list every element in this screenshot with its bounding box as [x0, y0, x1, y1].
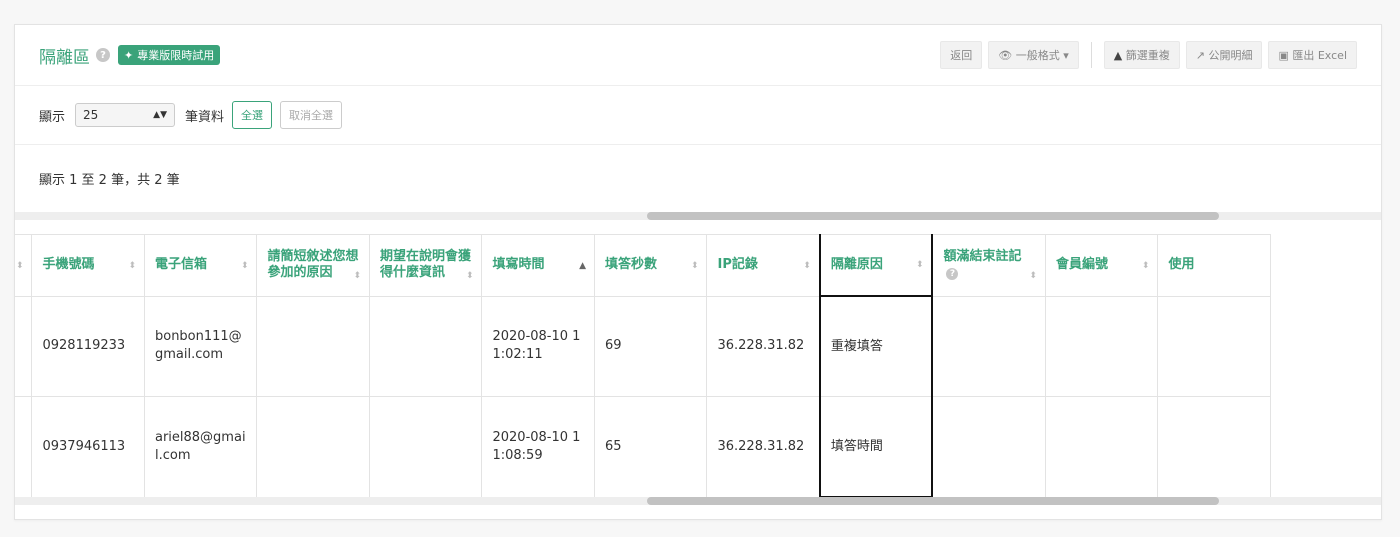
export-excel-button[interactable]: ▣ 匯出 Excel [1268, 41, 1357, 69]
column-header-partial[interactable]: 使用 [1157, 234, 1271, 297]
reason-cell [256, 295, 370, 397]
table-cell [15, 295, 33, 397]
full-note-cell [931, 295, 1046, 397]
deselect-all-button[interactable]: 取消全選 [280, 101, 343, 129]
export-excel-label: 匯出 Excel [1292, 49, 1347, 62]
page-size-row: 顯示 25 ▲▼ 筆資料 全選 取消全選 [15, 86, 1381, 145]
column-header-member-id[interactable]: 會員編號 ⬍ [1044, 234, 1159, 297]
fill-time-cell: 2020-08-10 11:02:11 [481, 295, 595, 397]
ip-cell: 36.228.31.82 [706, 396, 821, 498]
full-note-cell [931, 396, 1046, 498]
column-header[interactable]: ⬍ [15, 234, 33, 297]
sparkle-icon: ✦ [124, 48, 134, 62]
quarantine-reason-cell: 填答時間 [818, 396, 934, 498]
sort-icon: ⬍ [803, 260, 811, 271]
pro-trial-label: 專業版限時試用 [137, 49, 215, 62]
external-link-icon: ↗ [1195, 49, 1205, 62]
filter-duplicates-button[interactable]: ▲ 篩選重複 [1103, 41, 1180, 69]
table-row[interactable]: 0928119233 bonbon111@gmail.com 2020-08-1… [15, 295, 1271, 397]
public-detail-button[interactable]: ↗ 公開明細 [1185, 41, 1263, 69]
warning-icon: ▲ [1113, 49, 1123, 62]
ip-cell: 36.228.31.82 [706, 295, 821, 397]
table-row[interactable]: 0937946113 ariel88@gmail.com 2020-08-10 … [15, 396, 1271, 498]
table-header-row: ⬍ 手機號碼 ⬍ 電子信箱 ⬍ 請簡短敘述您想參加的原因 ⬍ 期望在說明會獲得什麼資訊… [15, 234, 1271, 297]
column-header-ip[interactable]: IP記錄 ⬍ [706, 234, 821, 297]
expectation-cell [368, 396, 483, 498]
quarantine-table: ⬍ 手機號碼 ⬍ 電子信箱 ⬍ 請簡短敘述您想參加的原因 ⬍ 期望在說明會獲得什麼資訊… [15, 234, 1271, 498]
page-size-select[interactable]: 25 ▲▼ [75, 103, 176, 127]
table-cell [15, 396, 33, 498]
public-detail-label: 公開明細 [1208, 49, 1253, 62]
select-arrows-icon: ▲▼ [153, 110, 168, 120]
table-cell [1157, 295, 1271, 397]
back-button[interactable]: 返回 [940, 41, 983, 69]
sort-icon: ⬍ [1141, 260, 1150, 271]
toolbar-divider [1090, 42, 1092, 68]
records-label: 筆資料 [185, 109, 225, 125]
help-icon[interactable]: ? [96, 48, 110, 62]
column-header-phone[interactable]: 手機號碼 ⬍ [31, 234, 145, 297]
column-header-quarantine-reason[interactable]: 隔離原因 ⬍ [818, 234, 934, 297]
help-icon[interactable]: ? [946, 268, 959, 281]
phone-cell: 0937946113 [31, 396, 145, 498]
excel-file-icon: ▣ [1278, 49, 1289, 62]
scrollbar-thumb-top[interactable] [647, 212, 1219, 220]
reason-cell [256, 396, 370, 498]
expectation-cell [368, 295, 483, 397]
caret-down-icon: ▾ [1063, 49, 1069, 62]
horizontal-scrollbar-bottom[interactable] [15, 497, 1381, 505]
sort-icon: ⬍ [240, 260, 249, 271]
email-cell: bonbon111@gmail.com [143, 295, 258, 397]
sort-icon: ⬍ [15, 260, 24, 271]
quarantine-reason-cell: 重複填答 [818, 295, 934, 397]
column-header-expectation[interactable]: 期望在說明會獲得什麼資訊 ⬍ [368, 234, 483, 297]
filter-duplicates-label: 篩選重複 [1125, 49, 1170, 62]
page-size-value: 25 [83, 108, 99, 122]
table-cell [1157, 396, 1271, 498]
member-id-cell [1044, 396, 1159, 498]
seconds-cell: 65 [593, 396, 708, 498]
eye-icon: 👁 [998, 49, 1013, 62]
member-id-cell [1044, 295, 1159, 397]
sort-icon: ⬍ [690, 260, 699, 271]
format-dropdown[interactable]: 👁 一般格式 ▾ [988, 41, 1079, 69]
sort-icon: ⬍ [1029, 270, 1037, 281]
sort-asc-icon: ▲ [579, 260, 586, 271]
sort-icon: ⬍ [915, 260, 924, 270]
records-info: 顯示 1 至 2 筆，共 2 筆 [39, 172, 180, 188]
pro-trial-badge[interactable]: ✦ 專業版限時試用 [118, 45, 221, 65]
fill-time-cell: 2020-08-10 11:08:59 [481, 396, 595, 498]
format-label: 一般格式 [1015, 49, 1060, 62]
horizontal-scrollbar-top[interactable] [15, 212, 1381, 220]
panel-header: 隔離區 ? ✦ 專業版限時試用 返回 👁 一般格式 ▾ ▲ 篩選重複 ↗ 公開明… [15, 25, 1381, 86]
page-title: 隔離區 [39, 47, 90, 68]
scrollbar-thumb-bottom[interactable] [647, 497, 1219, 505]
sort-icon: ⬍ [353, 270, 361, 281]
show-label: 顯示 [39, 109, 66, 125]
email-cell: ariel88@gmail.com [143, 396, 258, 498]
column-header-reason[interactable]: 請簡短敘述您想參加的原因 ⬍ [256, 234, 370, 297]
column-header-seconds[interactable]: 填答秒數 ⬍ [593, 234, 708, 297]
column-header-email[interactable]: 電子信箱 ⬍ [143, 234, 258, 297]
select-all-button[interactable]: 全選 [232, 101, 273, 129]
seconds-cell: 69 [593, 295, 708, 397]
column-header-full-note[interactable]: 額滿結束註記? ⬍ [931, 234, 1046, 297]
quarantine-panel: 隔離區 ? ✦ 專業版限時試用 返回 👁 一般格式 ▾ ▲ 篩選重複 ↗ 公開明… [14, 24, 1382, 520]
sort-icon: ⬍ [128, 260, 136, 271]
toolbar: 返回 👁 一般格式 ▾ ▲ 篩選重複 ↗ 公開明細 ▣ 匯出 Excel [940, 41, 1357, 69]
phone-cell: 0928119233 [31, 295, 145, 397]
column-header-fill-time[interactable]: 填寫時間 ▲ [481, 234, 595, 297]
sort-icon: ⬍ [465, 270, 474, 281]
